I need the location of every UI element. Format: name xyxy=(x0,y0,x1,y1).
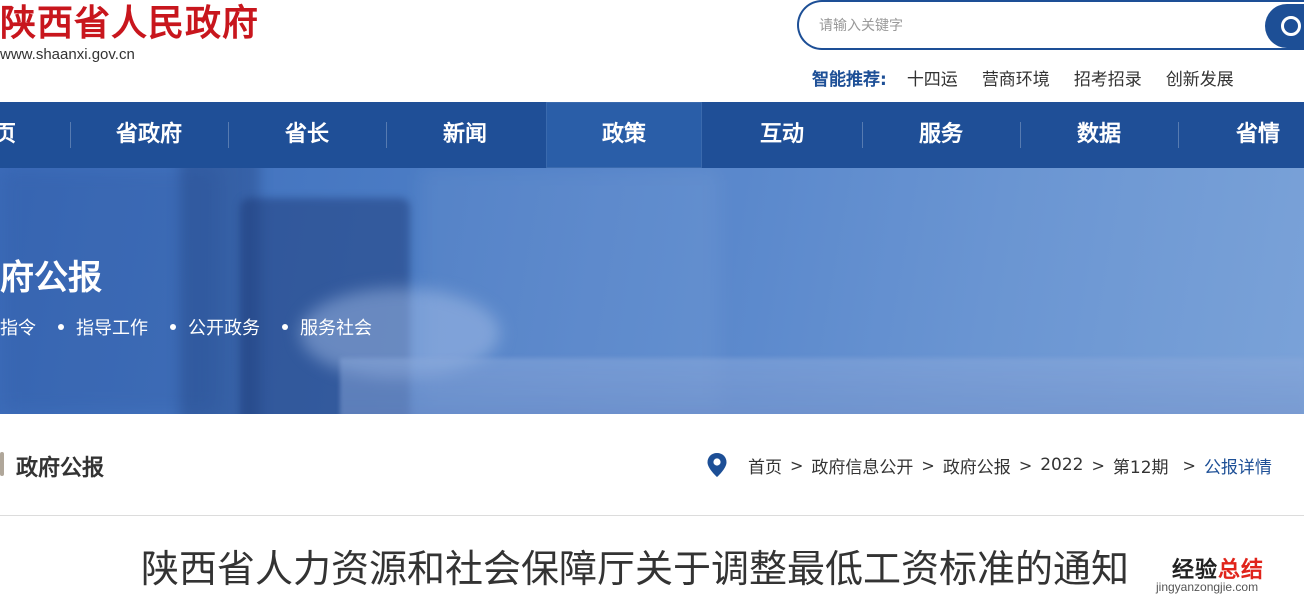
recommend-link-business-environment[interactable]: 营商环境 xyxy=(982,65,1050,90)
breadcrumb-home[interactable]: 首页 xyxy=(748,453,782,478)
search-button[interactable] xyxy=(1265,4,1304,48)
nav-item-data[interactable]: 数据 xyxy=(1020,102,1178,168)
breadcrumb-separator: > xyxy=(1018,455,1033,475)
search-input[interactable] xyxy=(819,14,1239,38)
bullet-icon xyxy=(58,324,64,330)
nav-item-services[interactable]: 服务 xyxy=(862,102,1020,168)
search-icon xyxy=(1281,16,1301,36)
nav-item-news[interactable]: 新闻 xyxy=(386,102,544,168)
section-header: 政府公报 首页 > 政府信息公开 > 政府公报 > 2022 > 第12期 > … xyxy=(0,414,1304,516)
banner-link-label: 指导工作 xyxy=(76,318,148,339)
site-title[interactable]: 陕西省人民政府 xyxy=(0,2,259,46)
recommend-link-14th-games[interactable]: 十四运 xyxy=(907,65,958,90)
breadcrumb-separator: > xyxy=(1091,455,1105,475)
breadcrumb-separator: > xyxy=(790,455,804,475)
nav-item-governor[interactable]: 省长 xyxy=(228,102,386,168)
watermark: 经验总结 jingyanzongjie.com xyxy=(1138,552,1304,600)
recommend-link-innovation[interactable]: 创新发展 xyxy=(1166,65,1234,90)
banner-link-directives[interactable]: 指令 xyxy=(0,314,36,340)
breadcrumb: 首页 > 政府信息公开 > 政府公报 > 2022 > 第12期 > 公报详情 xyxy=(706,452,1272,478)
nav-item-interaction[interactable]: 互动 xyxy=(702,102,862,168)
banner-link-guidance[interactable]: 指导工作 xyxy=(58,314,148,340)
article-title: 陕西省人力资源和社会保障厅关于调整最低工资标准的通知 xyxy=(140,547,1129,591)
main-nav: 页 省政府 省长 新闻 政策 互动 服务 数据 省情 xyxy=(0,102,1304,168)
breadcrumb-separator: > xyxy=(921,455,935,475)
search-box xyxy=(797,0,1304,50)
banner-link-public-affairs[interactable]: 公开政务 xyxy=(170,314,260,340)
section-marker xyxy=(0,452,4,476)
banner-links: 指令 指导工作 公开政务 服务社会 xyxy=(0,314,394,340)
location-pin-icon xyxy=(706,452,728,478)
breadcrumb-year[interactable]: 2022 xyxy=(1040,455,1083,475)
section-title: 政府公报 xyxy=(16,456,105,481)
recommend-link-recruitment[interactable]: 招考招录 xyxy=(1074,65,1142,90)
banner-title: 府公报 xyxy=(0,258,102,298)
banner-link-label: 公开政务 xyxy=(188,318,260,339)
site-header: 陕西省人民政府 www.shaanxi.gov.cn 智能推荐: 十四运 营商环… xyxy=(0,0,1304,102)
banner-link-serve-society[interactable]: 服务社会 xyxy=(282,314,372,340)
watermark-url: jingyanzongjie.com xyxy=(1156,580,1259,594)
hero-banner: 府公报 指令 指导工作 公开政务 服务社会 xyxy=(0,168,1304,414)
breadcrumb-gazette[interactable]: 政府公报 xyxy=(943,453,1011,478)
nav-item-province-info[interactable]: 省情 xyxy=(1178,102,1304,168)
nav-item-policy[interactable]: 政策 xyxy=(546,102,702,168)
breadcrumb-issue[interactable]: 第12期 xyxy=(1113,453,1169,478)
breadcrumb-current: 公报详情 xyxy=(1203,457,1272,478)
bullet-icon xyxy=(282,324,288,330)
nav-item-home[interactable]: 页 xyxy=(0,102,20,168)
smart-recommend: 智能推荐: 十四运 营商环境 招考招录 创新发展 xyxy=(812,64,1234,90)
bullet-icon xyxy=(170,324,176,330)
breadcrumb-info-disclosure[interactable]: 政府信息公开 xyxy=(811,453,913,478)
site-url: www.shaanxi.gov.cn xyxy=(0,46,135,63)
banner-link-label: 指令 xyxy=(0,318,36,339)
banner-decoration xyxy=(340,358,1304,414)
nav-item-provincial-government[interactable]: 省政府 xyxy=(70,102,228,168)
recommend-label: 智能推荐: xyxy=(812,69,887,90)
breadcrumb-separator: > xyxy=(1182,455,1196,475)
banner-link-label: 服务社会 xyxy=(300,318,372,339)
